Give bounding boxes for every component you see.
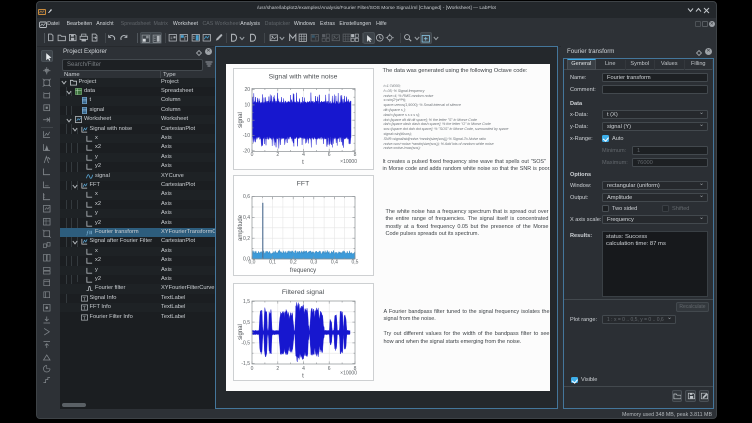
svg-text:4: 4 xyxy=(302,152,305,158)
svg-text:-10: -10 xyxy=(242,133,249,139)
svg-text:T: T xyxy=(82,315,85,321)
svg-text:frequency: frequency xyxy=(289,268,315,274)
svg-text:10: 10 xyxy=(244,103,250,109)
svg-text:0,4: 0,4 xyxy=(243,215,250,221)
svg-text:0: 0 xyxy=(250,366,253,372)
svg-text:0,5: 0,5 xyxy=(243,320,250,326)
svg-text:-1,5: -1,5 xyxy=(241,361,250,367)
svg-text:2: 2 xyxy=(276,366,279,372)
svg-text:-20: -20 xyxy=(242,148,249,154)
svg-text:FFT: FFT xyxy=(296,181,308,188)
svg-text:8: 8 xyxy=(353,152,356,158)
svg-text:0,3: 0,3 xyxy=(310,260,317,266)
svg-text:amplitude: amplitude xyxy=(238,214,244,241)
svg-text:0: 0 xyxy=(247,118,250,124)
svg-text:0,2: 0,2 xyxy=(289,260,296,266)
svg-text:×10000: ×10000 xyxy=(340,371,357,377)
svg-text:f: f xyxy=(86,230,89,236)
svg-text:T: T xyxy=(82,296,85,302)
svg-text:Signal with white noise: Signal with white noise xyxy=(268,74,337,81)
svg-text:T: T xyxy=(82,306,85,312)
svg-text:4: 4 xyxy=(302,366,305,372)
svg-text:6: 6 xyxy=(327,366,330,372)
svg-text:0,4: 0,4 xyxy=(330,260,337,266)
svg-text:signal: signal xyxy=(238,112,244,128)
svg-text:2: 2 xyxy=(276,152,279,158)
svg-text:signal: signal xyxy=(238,324,244,340)
svg-text:0,5: 0,5 xyxy=(351,260,358,266)
svg-text:0,0: 0,0 xyxy=(243,257,250,263)
svg-text:20: 20 xyxy=(244,87,250,93)
svg-text:0,2: 0,2 xyxy=(243,236,250,242)
svg-text:Filtered signal: Filtered signal xyxy=(281,289,324,296)
svg-text:1,5: 1,5 xyxy=(243,299,250,305)
svg-text:0,1: 0,1 xyxy=(269,260,276,266)
svg-text:0,6: 0,6 xyxy=(243,194,250,200)
svg-text:-0,5: -0,5 xyxy=(241,341,250,347)
svg-text:6: 6 xyxy=(327,152,330,158)
svg-text:0: 0 xyxy=(250,152,253,158)
svg-text:×10000: ×10000 xyxy=(340,159,357,165)
